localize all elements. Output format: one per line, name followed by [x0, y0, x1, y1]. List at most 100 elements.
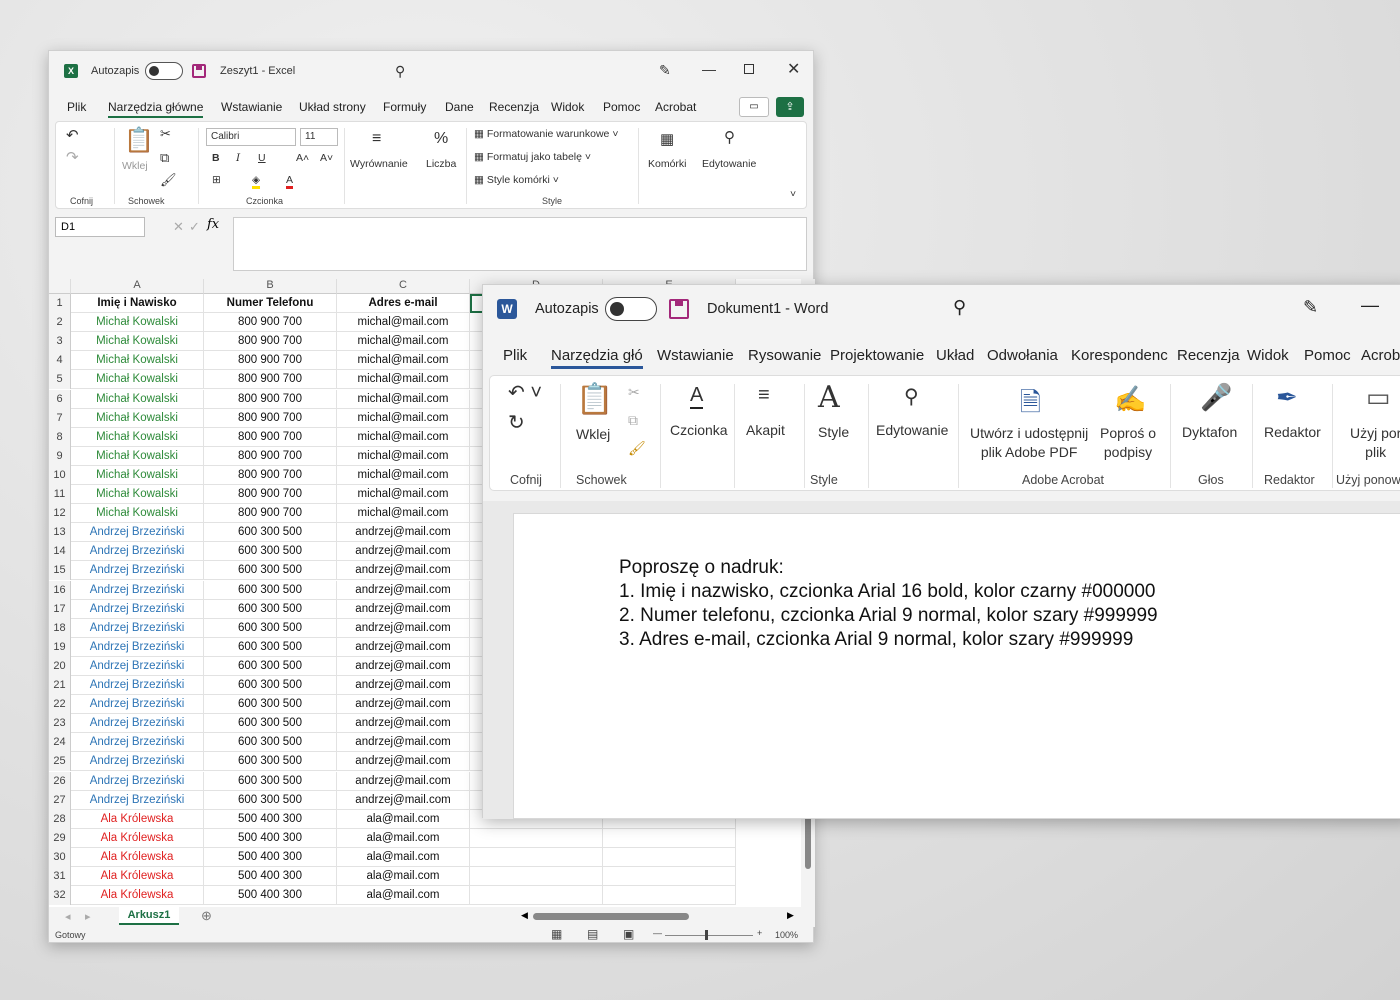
row-header[interactable]: 32: [49, 886, 71, 906]
alignment-label[interactable]: Wyrównanie: [350, 158, 408, 170]
header-cell[interactable]: Imię i Nawisko: [71, 294, 204, 314]
table-cell[interactable]: ala@mail.com: [337, 828, 470, 848]
search-icon[interactable]: ⚲: [904, 384, 919, 409]
format-painter-icon[interactable]: 🖌: [160, 172, 177, 188]
zoom-level[interactable]: 100%: [775, 930, 798, 940]
table-cell[interactable]: 800 900 700: [204, 351, 337, 371]
tab-references[interactable]: Odwołania: [987, 347, 1058, 364]
table-cell[interactable]: 800 900 700: [204, 504, 337, 524]
table-cell[interactable]: Michał Kowalski: [71, 504, 204, 524]
formula-input[interactable]: [233, 217, 807, 271]
table-cell[interactable]: 800 900 700: [204, 332, 337, 352]
search-icon[interactable]: ⚲: [395, 63, 405, 80]
ribbon-collapse-icon[interactable]: ˅: [790, 188, 796, 200]
pen-icon[interactable]: ✎: [659, 62, 671, 79]
create-pdf-button[interactable]: Utwórz i udostępnij plik Adobe PDF: [970, 424, 1088, 462]
table-cell[interactable]: michal@mail.com: [337, 485, 470, 505]
table-cell[interactable]: Michał Kowalski: [71, 351, 204, 371]
row-header[interactable]: 24: [49, 733, 71, 753]
prev-sheet-icon[interactable]: ◂: [65, 910, 71, 923]
editor-label[interactable]: Redaktor: [1264, 424, 1321, 440]
table-cell[interactable]: Andrzej Brzeziński: [71, 599, 204, 619]
table-cell[interactable]: michal@mail.com: [337, 408, 470, 428]
pen-icon[interactable]: ✎: [1303, 297, 1318, 318]
autosave-toggle[interactable]: [605, 297, 657, 321]
row-header[interactable]: 26: [49, 771, 71, 791]
undo-icon[interactable]: ↶: [66, 126, 79, 144]
cells-label[interactable]: Komórki: [648, 158, 687, 170]
border-icon[interactable]: ⊞: [212, 174, 221, 186]
styles-icon[interactable]: A: [818, 380, 840, 415]
table-cell[interactable]: andrzej@mail.com: [337, 676, 470, 696]
row-header[interactable]: 25: [49, 752, 71, 772]
table-cell[interactable]: Andrzej Brzeziński: [71, 618, 204, 638]
table-cell[interactable]: 500 400 300: [204, 886, 337, 906]
row-header[interactable]: 20: [49, 656, 71, 676]
table-cell[interactable]: michal@mail.com: [337, 446, 470, 466]
paragraph-icon[interactable]: ≡: [758, 384, 770, 407]
table-cell[interactable]: 600 300 500: [204, 561, 337, 581]
row-header[interactable]: 18: [49, 618, 71, 638]
tab-data[interactable]: Dane: [445, 100, 474, 114]
row-header[interactable]: 30: [49, 847, 71, 867]
row-header[interactable]: 31: [49, 867, 71, 887]
table-cell[interactable]: michal@mail.com: [337, 465, 470, 485]
table-cell[interactable]: michal@mail.com: [337, 389, 470, 409]
table-cell[interactable]: andrzej@mail.com: [337, 695, 470, 715]
table-cell[interactable]: andrzej@mail.com: [337, 790, 470, 810]
redo-icon[interactable]: ↷: [66, 148, 79, 166]
editor-icon[interactable]: ✒: [1276, 382, 1298, 413]
microphone-icon[interactable]: 🎤: [1200, 382, 1232, 413]
row-header[interactable]: 12: [49, 504, 71, 524]
tab-view[interactable]: Widok: [1247, 347, 1289, 364]
add-sheet-icon[interactable]: ⊕: [201, 908, 212, 924]
minimize-button[interactable]: —: [1361, 295, 1379, 316]
row-header[interactable]: 28: [49, 809, 71, 829]
tab-page-layout[interactable]: Układ strony: [299, 100, 366, 114]
comment-button[interactable]: ▭: [739, 97, 769, 117]
row-header[interactable]: 6: [49, 389, 71, 409]
row-header[interactable]: 22: [49, 695, 71, 715]
zoom-out-icon[interactable]: —: [653, 928, 662, 938]
table-cell[interactable]: 500 400 300: [204, 847, 337, 867]
row-header[interactable]: 14: [49, 542, 71, 562]
column-header[interactable]: C: [337, 279, 470, 294]
table-cell[interactable]: Andrzej Brzeziński: [71, 637, 204, 657]
conditional-format-button[interactable]: ▦ Formatowanie warunkowe ˅: [474, 128, 618, 140]
paragraph-label[interactable]: Akapit: [746, 422, 785, 438]
table-cell[interactable]: andrzej@mail.com: [337, 656, 470, 676]
table-cell[interactable]: andrzej@mail.com: [337, 714, 470, 734]
paste-icon[interactable]: 📋: [576, 382, 613, 417]
table-cell[interactable]: [603, 847, 736, 867]
table-cell[interactable]: 500 400 300: [204, 828, 337, 848]
table-cell[interactable]: Andrzej Brzeziński: [71, 523, 204, 543]
row-header[interactable]: 7: [49, 408, 71, 428]
search-icon[interactable]: ⚲: [724, 128, 735, 146]
scroll-right-icon[interactable]: ▶: [787, 910, 794, 921]
fx-icon[interactable]: fx: [207, 217, 219, 232]
tab-review[interactable]: Recenzja: [489, 100, 539, 114]
row-header[interactable]: 8: [49, 427, 71, 447]
table-cell[interactable]: [603, 886, 736, 906]
table-cell[interactable]: [470, 828, 603, 848]
reuse-files-button[interactable]: Użyj por plik: [1350, 424, 1400, 462]
tab-review[interactable]: Recenzja: [1177, 347, 1240, 364]
table-cell[interactable]: 800 900 700: [204, 313, 337, 333]
row-header[interactable]: 2: [49, 313, 71, 333]
request-signatures-button[interactable]: Poproś o podpisy: [1100, 424, 1156, 462]
table-cell[interactable]: Ala Królewska: [71, 828, 204, 848]
table-cell[interactable]: 600 300 500: [204, 714, 337, 734]
editing-label[interactable]: Edytowanie: [876, 422, 948, 438]
table-cell[interactable]: Michał Kowalski: [71, 370, 204, 390]
row-header[interactable]: 23: [49, 714, 71, 734]
maximize-button[interactable]: [744, 64, 754, 74]
table-cell[interactable]: 600 300 500: [204, 618, 337, 638]
font-name-select[interactable]: Calibri: [206, 128, 296, 146]
table-cell[interactable]: ala@mail.com: [337, 867, 470, 887]
cut-icon[interactable]: ✂: [628, 384, 640, 401]
tab-home[interactable]: Narzędzia głó: [551, 347, 643, 369]
table-cell[interactable]: 600 300 500: [204, 676, 337, 696]
table-cell[interactable]: Michał Kowalski: [71, 485, 204, 505]
search-icon[interactable]: ⚲: [953, 297, 966, 318]
table-cell[interactable]: andrzej@mail.com: [337, 771, 470, 791]
